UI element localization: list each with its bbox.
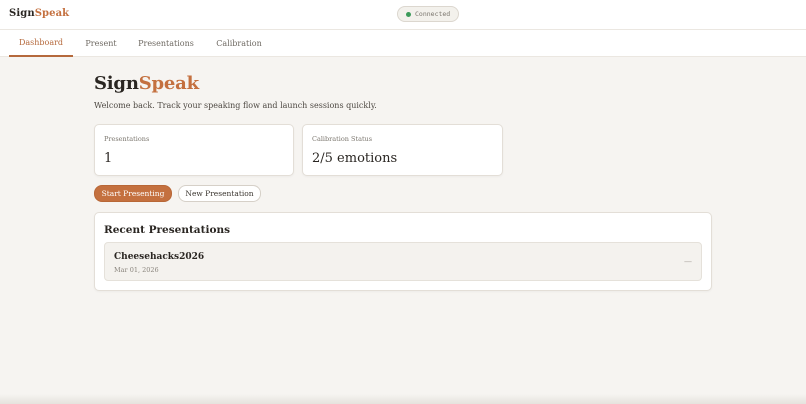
bottom-edge-shadow [0,394,806,404]
tab-calibration[interactable]: Calibration [208,30,270,57]
stat-value: 1 [104,151,113,166]
tab-presentations[interactable]: Presentations [131,30,201,57]
brand-part-1: Sign [9,8,35,19]
status-dot-icon [406,11,411,17]
page-title-part-2: Speak [138,73,199,94]
brand-part-2: Speak [34,8,70,19]
tab-dashboard[interactable]: Dashboard [9,30,73,57]
page-title: SignSpeak [94,73,199,94]
stat-value: 2/5 emotions [312,151,398,166]
start-presenting-button[interactable]: Start Presenting [94,185,172,202]
recent-presentations-title: Recent Presentations [104,224,230,236]
tab-present[interactable]: Present [78,30,124,57]
presentation-date: Mar 01, 2026 [114,266,159,274]
list-item[interactable]: Cheesehacks2026 Mar 01, 2026 — [104,242,702,281]
connection-status-badge: Connected [397,6,460,22]
page-title-part-1: Sign [94,73,139,94]
connection-status-label: Connected [415,10,451,18]
nav-tabs: Dashboard Present Presentations Calibrat… [0,30,806,57]
more-options-icon[interactable]: — [684,257,692,266]
stat-label: Calibration Status [312,135,373,143]
brand-logo[interactable]: SignSpeak [9,8,69,19]
top-bar: SignSpeak Connected [0,0,806,30]
stat-card-calibration: Calibration Status 2/5 emotions [302,124,503,176]
stat-card-presentations: Presentations 1 [94,124,294,176]
recent-presentations-panel: Recent Presentations Cheesehacks2026 Mar… [94,212,712,291]
new-presentation-button[interactable]: New Presentation [178,185,261,202]
presentation-name: Cheesehacks2026 [114,252,205,262]
stat-label: Presentations [104,135,150,143]
page-subtitle: Welcome back. Track your speaking flow a… [94,101,377,110]
